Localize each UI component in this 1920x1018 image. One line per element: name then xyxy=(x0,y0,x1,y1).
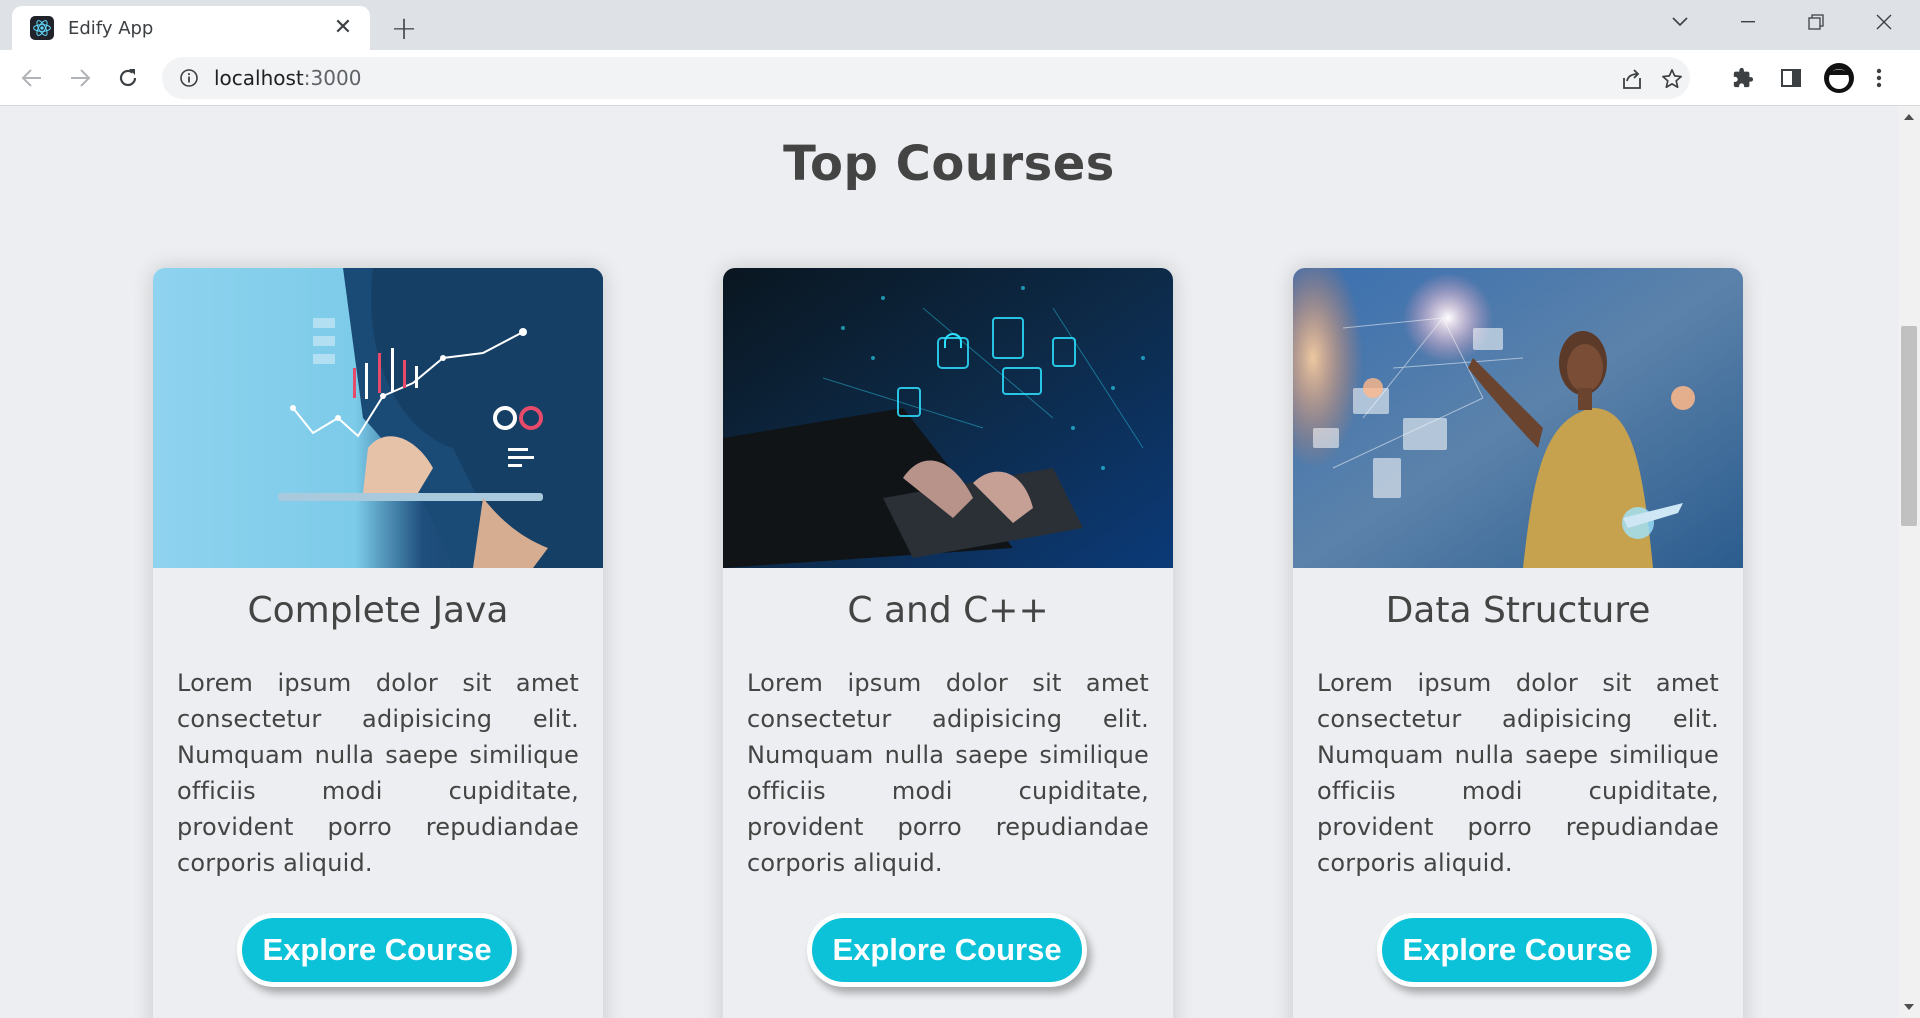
menu-icon[interactable] xyxy=(1868,61,1890,95)
url-text: localhost:3000 xyxy=(214,66,361,90)
close-icon[interactable]: ✕ xyxy=(330,15,356,41)
info-icon[interactable] xyxy=(178,67,200,89)
vertical-scrollbar[interactable] xyxy=(1898,106,1920,1018)
restore-icon[interactable] xyxy=(1786,4,1846,40)
window-close-icon[interactable] xyxy=(1854,4,1914,40)
tab-strip: Edify App ✕ + xyxy=(0,0,1920,50)
tab-title: Edify App xyxy=(68,17,154,39)
course-description: Lorem ipsum dolor sit amet consectetur a… xyxy=(1317,669,1719,877)
minimize-icon[interactable] xyxy=(1718,4,1778,40)
course-title: Complete Java xyxy=(247,590,509,631)
plus-icon[interactable]: + xyxy=(386,9,422,47)
page-title: Top Courses xyxy=(783,136,1115,192)
back-icon[interactable] xyxy=(14,60,50,96)
profile-icon[interactable] xyxy=(1822,61,1856,95)
browser-tab[interactable]: Edify App ✕ xyxy=(12,6,370,50)
course-description: Lorem ipsum dolor sit amet consectetur a… xyxy=(747,669,1149,877)
chevron-down-icon[interactable] xyxy=(1650,4,1710,40)
course-card-cpp: C and C++ Lorem ipsum dolor sit amet con… xyxy=(723,268,1173,1018)
explore-course-button[interactable]: Explore Course xyxy=(807,913,1087,987)
react-favicon-icon xyxy=(30,16,54,40)
forward-icon[interactable] xyxy=(62,60,98,96)
scroll-thumb[interactable] xyxy=(1901,326,1917,526)
explore-course-button[interactable]: Explore Course xyxy=(1377,913,1657,987)
course-card-data-structure: Data Structure Lorem ipsum dolor sit ame… xyxy=(1293,268,1743,1018)
course-image-java xyxy=(153,268,603,568)
url-port: :3000 xyxy=(303,66,362,90)
star-icon[interactable] xyxy=(1658,65,1686,93)
course-image-cpp xyxy=(723,268,1173,568)
scroll-down-arrow-icon[interactable] xyxy=(1904,1004,1914,1010)
url-host: localhost xyxy=(214,66,304,90)
course-title: Data Structure xyxy=(1385,590,1651,631)
course-image-data-structure xyxy=(1293,268,1743,568)
explore-course-button[interactable]: Explore Course xyxy=(237,913,517,987)
side-panel-icon[interactable] xyxy=(1774,61,1808,95)
scroll-up-arrow-icon[interactable] xyxy=(1904,114,1914,120)
reload-icon[interactable] xyxy=(110,60,146,96)
extensions-icon[interactable] xyxy=(1726,61,1760,95)
course-card-java: Complete Java Lorem ipsum dolor sit amet… xyxy=(153,268,603,1018)
address-bar[interactable]: localhost:3000 xyxy=(162,57,1690,99)
course-description: Lorem ipsum dolor sit amet consectetur a… xyxy=(177,669,579,877)
page-viewport: Top Courses Complete Java Lorem ipsum do… xyxy=(0,106,1898,1018)
share-icon[interactable] xyxy=(1618,65,1646,93)
course-title: C and C++ xyxy=(847,590,1049,631)
browser-toolbar: localhost:3000 xyxy=(0,50,1920,106)
